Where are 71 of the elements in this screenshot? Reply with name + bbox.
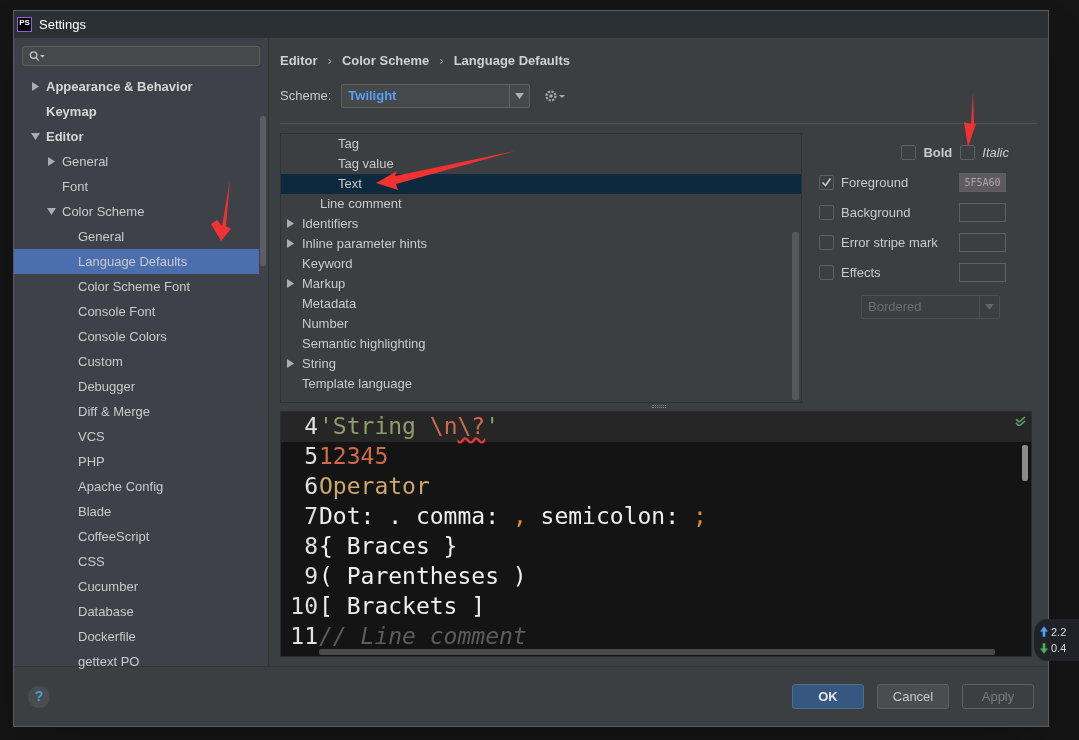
code-line: [ Brackets ]	[319, 592, 486, 622]
chevron-icon: ›	[439, 51, 444, 71]
tree-item[interactable]: Inline parameter hints	[281, 233, 801, 254]
sidebar-item[interactable]: Console Font	[14, 299, 259, 324]
code-line: 12345	[319, 442, 389, 472]
sidebar-item[interactable]: Console Colors	[14, 324, 259, 349]
sidebar-item[interactable]: PHP	[14, 449, 259, 474]
upload-rate: 2.2	[1051, 624, 1067, 640]
sidebar-item[interactable]: Color Scheme Font	[14, 274, 259, 299]
sidebar-item[interactable]: CoffeeScript	[14, 524, 259, 549]
cancel-button[interactable]: Cancel	[877, 684, 949, 709]
sidebar-item[interactable]: Color Scheme	[14, 199, 259, 224]
sidebar-item[interactable]: Diff & Merge	[14, 399, 259, 424]
sidebar-item[interactable]: CSS	[14, 549, 259, 574]
sidebar-item[interactable]: Keymap	[14, 99, 259, 124]
code-line: Dot: . comma: , semicolon: ;	[319, 502, 707, 532]
checkbox-label: Error stripe mark	[841, 233, 939, 252]
sidebar-item[interactable]: Editor	[14, 124, 259, 149]
breadcrumb-item: Editor	[280, 52, 318, 70]
line-number: 4	[303, 412, 319, 442]
tree-item[interactable]: Identifiers	[281, 213, 801, 234]
sidebar-item[interactable]: Font	[14, 174, 259, 199]
sidebar-item[interactable]: General	[14, 224, 259, 249]
sidebar-item[interactable]: Custom	[14, 349, 259, 374]
app-logo: PS	[17, 17, 32, 32]
tree-item[interactable]: Tag value	[281, 153, 801, 174]
sidebar-item[interactable]: Apache Config	[14, 474, 259, 499]
chevron-icon: ›	[327, 51, 332, 71]
tree-item[interactable]: Number	[281, 313, 801, 334]
line-number: 6	[303, 472, 319, 502]
tree-item[interactable]: String	[281, 353, 801, 374]
line-number: 10	[289, 592, 319, 622]
tree-item[interactable]: Markup	[281, 273, 801, 294]
line-number: 11	[289, 622, 319, 652]
breadcrumb-item: Language Defaults	[453, 52, 570, 70]
code-line: { Braces }	[319, 532, 458, 562]
sidebar-item[interactable]: Database	[14, 599, 259, 624]
download-rate: 0.4	[1051, 641, 1067, 656]
ok-button[interactable]: OK	[792, 684, 864, 709]
sidebar-item[interactable]: Dockerfile	[14, 624, 259, 649]
tree-item[interactable]: Template language	[281, 373, 801, 394]
window-title: Settings	[39, 15, 86, 34]
code-line: ( Parentheses )	[319, 562, 527, 592]
tree-item[interactable]: Semantic highlighting	[281, 333, 801, 354]
sidebar-item[interactable]: VCS	[14, 424, 259, 449]
code-line: 'String \n\?'	[319, 412, 500, 442]
tree-item[interactable]: Text	[281, 173, 801, 194]
breadcrumb-item: Color Scheme	[341, 52, 430, 70]
line-number: 8	[303, 532, 319, 562]
code-line: // Line comment	[319, 622, 527, 652]
sidebar-item[interactable]: gettext PO	[14, 649, 259, 674]
scheme-label: Scheme:	[280, 86, 332, 105]
checkbox-label: Bold	[923, 143, 953, 162]
tree-item[interactable]: Keyword	[281, 253, 801, 274]
checkbox-label: Italic	[982, 143, 1009, 162]
checkbox-label: Effects	[841, 263, 882, 282]
tree-item[interactable]: Tag	[281, 133, 801, 154]
scheme-dropdown[interactable]: Twilight	[341, 83, 531, 108]
checkbox-label: Background	[841, 203, 912, 222]
line-number: 5	[303, 442, 319, 472]
checkbox-label: Foreground	[841, 173, 910, 192]
code-line: Operator	[319, 472, 430, 502]
sidebar-item[interactable]: Blade	[14, 499, 259, 524]
sidebar-item[interactable]: Debugger	[14, 374, 259, 399]
tree-item[interactable]: Metadata	[281, 293, 801, 314]
tree-item[interactable]: Line comment	[281, 193, 801, 214]
sidebar-item[interactable]: Appearance & Behavior	[14, 74, 259, 99]
sidebar-item[interactable]: Cucumber	[14, 574, 259, 599]
line-number: 7	[303, 502, 319, 532]
sidebar-item[interactable]: General	[14, 149, 259, 174]
line-number: 9	[303, 562, 319, 592]
